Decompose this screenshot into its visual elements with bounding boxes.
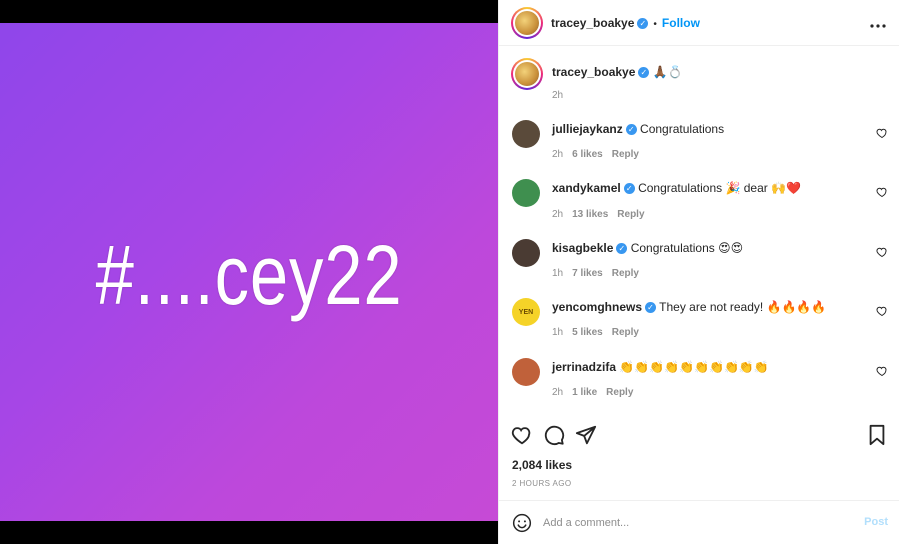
- comment-time[interactable]: 2h: [552, 387, 563, 398]
- comment-item: YEN yencomghnews ✓ They are not ready! 🔥🔥…: [499, 296, 899, 356]
- commenter-avatar[interactable]: [512, 179, 540, 207]
- more-icon[interactable]: [870, 15, 886, 33]
- verified-icon: ✓: [625, 124, 637, 136]
- verified-icon: ✓: [638, 67, 650, 79]
- verified-icon: ✓: [637, 18, 649, 30]
- post-timestamp: 2 HOURS AGO: [512, 479, 572, 488]
- bookmark-icon[interactable]: [866, 424, 888, 446]
- heart-icon[interactable]: [876, 305, 888, 317]
- comment-text: They are not ready! 🔥🔥🔥🔥: [659, 300, 827, 314]
- reply-button[interactable]: Reply: [612, 268, 639, 279]
- post-image[interactable]: #....cey22: [0, 23, 498, 521]
- verified-icon: ✓: [623, 183, 635, 195]
- instagram-post: #....cey22 tracey_boakye ✓ • Follow tracey_…: [0, 0, 899, 544]
- header-author: tracey_boakye ✓ • Follow: [551, 16, 700, 30]
- commenter-avatar[interactable]: [512, 120, 540, 148]
- comment-item: jerrinadzifa 👏👏👏👏👏👏👏👏👏👏 2h 1 like Reply: [499, 356, 899, 416]
- heart-icon[interactable]: [511, 424, 533, 446]
- reply-button[interactable]: Reply: [617, 209, 644, 220]
- comment-item: julliejaykanz ✓ Congratulations 2h 6 likes…: [499, 118, 899, 178]
- comment-time[interactable]: 2h: [552, 149, 563, 160]
- reply-button[interactable]: Reply: [612, 149, 639, 160]
- comment-text: 👏👏👏👏👏👏👏👏👏👏: [619, 360, 769, 374]
- commenter-username[interactable]: jerrinadzifa: [552, 360, 616, 374]
- comment-item: xandykamel ✓ Congratulations 🎉 dear 🙌❤️ 2…: [499, 177, 899, 237]
- separator-dot: •: [653, 19, 657, 30]
- post-header: tracey_boakye ✓ • Follow: [499, 0, 899, 46]
- comment-time[interactable]: 1h: [552, 327, 563, 338]
- comment-time[interactable]: 1h: [552, 268, 563, 279]
- post-image-text: #....cey22: [95, 227, 403, 322]
- comment-time[interactable]: 2h: [552, 209, 563, 220]
- commenter-avatar[interactable]: [512, 239, 540, 267]
- caption-time: 2h: [552, 90, 564, 101]
- commenter-username[interactable]: yencomghnews: [552, 300, 642, 314]
- share-icon[interactable]: [575, 424, 597, 446]
- commenter-avatar[interactable]: YEN: [512, 298, 540, 326]
- commenter-username[interactable]: kisagbekle: [552, 241, 613, 255]
- heart-icon[interactable]: [876, 127, 888, 139]
- comment-text: Congratulations: [640, 122, 725, 136]
- verified-icon: ✓: [616, 243, 628, 255]
- likes-count[interactable]: 2,084 likes: [512, 458, 572, 472]
- reply-button[interactable]: Reply: [606, 387, 633, 398]
- caption-line: tracey_boakye ✓ 🙏🏾💍: [552, 65, 683, 79]
- commenter-avatar[interactable]: [512, 358, 540, 386]
- post-media: #....cey22: [0, 0, 498, 544]
- comment-likes[interactable]: 6 likes: [572, 149, 603, 160]
- heart-icon[interactable]: [876, 246, 888, 258]
- follow-button[interactable]: Follow: [662, 16, 700, 30]
- comment-input[interactable]: [543, 513, 843, 533]
- heart-icon[interactable]: [876, 186, 888, 198]
- comment-likes[interactable]: 7 likes: [572, 268, 603, 279]
- heart-icon[interactable]: [876, 365, 888, 377]
- post-button[interactable]: Post: [864, 516, 888, 528]
- verified-icon: ✓: [645, 302, 657, 314]
- add-comment-bar: Post: [499, 500, 899, 544]
- comment-text: Congratulations 🎉 dear 🙌❤️: [638, 181, 801, 195]
- caption-avatar[interactable]: [511, 58, 543, 90]
- comment-icon[interactable]: [543, 424, 565, 446]
- comment-likes[interactable]: 5 likes: [572, 327, 603, 338]
- commenter-username[interactable]: julliejaykanz: [552, 122, 623, 136]
- comment-likes[interactable]: 13 likes: [572, 209, 608, 220]
- caption-username[interactable]: tracey_boakye: [552, 65, 635, 79]
- action-bar: [499, 420, 899, 450]
- comment-item: kisagbekle ✓ Congratulations 😍😍 1h 7 likes…: [499, 237, 899, 297]
- author-username[interactable]: tracey_boakye: [551, 16, 634, 30]
- commenter-username[interactable]: xandykamel: [552, 181, 621, 195]
- comment-likes[interactable]: 1 like: [572, 387, 597, 398]
- emoji-icon[interactable]: [512, 513, 532, 533]
- caption-text: 🙏🏾💍: [652, 65, 683, 79]
- comment-text: Congratulations 😍😍: [630, 241, 744, 255]
- post-panel: tracey_boakye ✓ • Follow tracey_boakye ✓ 🙏🏾💍…: [498, 0, 899, 544]
- author-avatar[interactable]: [511, 7, 543, 39]
- reply-button[interactable]: Reply: [612, 327, 639, 338]
